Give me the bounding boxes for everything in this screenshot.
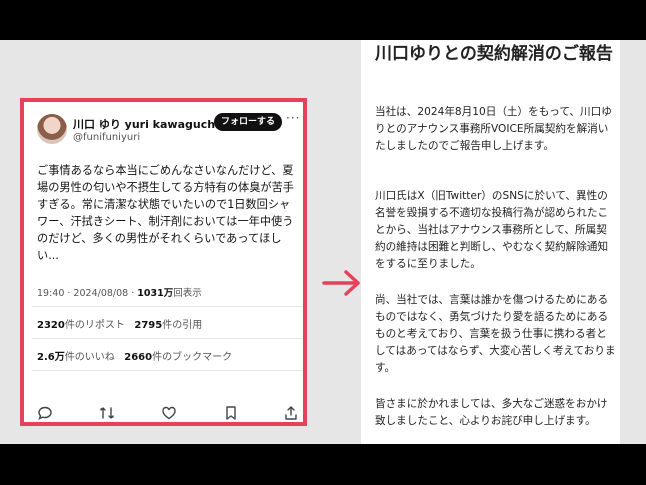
tweet-meta: 19:40 · 2024/08/08 · 1031万回表示 [37,285,202,299]
divider [32,370,303,371]
announcement-document: 川口ゆりとの契約解消のご報告 当社は、2024年8月10日（土）をもって、川口ゆ… [361,40,620,444]
user-handle[interactable]: @funifuniyuri [73,132,140,143]
tweet-card: 川口 ゆり yuri kawaguchi✓ @funifuniyuri フォロー… [20,98,307,426]
avatar[interactable] [37,114,67,144]
repost-icon[interactable] [99,405,115,421]
announcement-paragraph: 皆さまに於かれましては、多大なご迷惑をおかけ致しましたこと、心よりお詫び申し上げ… [375,398,608,427]
tweet-timestamp[interactable]: 19:40 · 2024/08/08 · [37,288,137,299]
announcement-paragraph: 川口氏はX（旧Twitter）のSNSに於いて、異性の名誉を毀損する不適切な投稿… [375,190,609,270]
bookmark-icon[interactable] [223,405,239,421]
action-bar [37,405,297,421]
divider [32,338,303,339]
share-icon[interactable] [283,405,299,421]
comparison-panel: 川口 ゆり yuri kawaguchi✓ @funifuniyuri フォロー… [0,40,646,444]
reply-icon[interactable] [37,405,53,421]
announcement-paragraph: 尚、当社では、言葉は誰かを傷つけるためにあるものではなく、勇気づけたり愛を語るた… [375,294,616,374]
more-options-icon[interactable]: ··· [286,111,300,125]
like-stats: 2.6万件のいいね 2660件のブックマーク [37,348,232,363]
screen: 川口 ゆり yuri kawaguchi✓ @funifuniyuri フォロー… [0,0,646,485]
views-label: 回表示 [173,288,202,299]
bookmarks-link[interactable]: 2660件のブックマーク [124,352,232,363]
like-icon[interactable] [161,405,177,421]
quotes-link[interactable]: 2795件の引用 [134,320,202,331]
arrow-right-icon [322,270,360,296]
follow-button[interactable]: フォローする [214,113,282,131]
display-name[interactable]: 川口 ゆり yuri kawaguchi✓ [73,116,232,132]
views-count: 1031万 [137,288,174,299]
divider [32,306,303,307]
likes-link[interactable]: 2.6万件のいいね [37,352,115,363]
tweet-text: ご事情あるなら本当にごめんなさいなんだけど、夏場の男性の匂いや不摂生してる方特有… [37,164,294,262]
repost-stats: 2320件のリポスト 2795件の引用 [37,316,202,331]
announcement-paragraph: 当社は、2024年8月10日（土）をもって、川口ゆりとのアナウンス事務所VOIC… [375,106,612,152]
reposts-link[interactable]: 2320件のリポスト [37,320,125,331]
announcement-title: 川口ゆりとの契約解消のご報告 [375,44,613,64]
